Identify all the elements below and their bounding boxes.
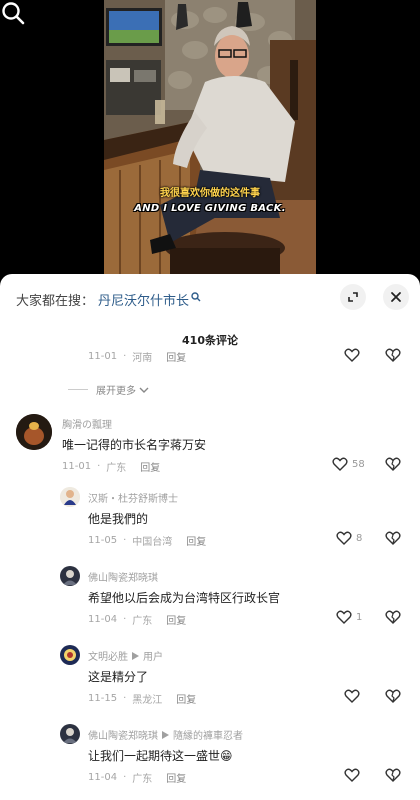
chevron-down-icon [139,387,149,393]
avatar[interactable] [60,724,80,744]
comment-location: 中国台湾 [132,537,173,548]
like-count: 8 [356,532,363,544]
comment-location: 广东 [106,463,127,474]
expand-button[interactable] [340,284,366,310]
broken-heart-icon [385,768,401,782]
dislike-button[interactable] [385,768,401,782]
comment-username[interactable]: 胸滑の瓢理 [62,416,112,431]
like-button[interactable]: 58 [332,457,365,471]
dislike-button[interactable] [385,348,401,362]
avatar[interactable] [60,566,80,586]
comment-count: 410条评论 [182,334,238,347]
avatar[interactable] [16,414,52,450]
heart-icon [336,531,352,545]
comment-date: 11-15 [88,693,118,704]
expand-more-replies[interactable]: 展开更多 [68,382,149,397]
comment-meta: 11-05 · 中国台湾 回复 [88,533,207,548]
like-button[interactable] [344,689,360,703]
avatar-image [60,645,80,665]
comment-location: 广东 [132,616,153,627]
reply-to-username[interactable]: 用户 [143,648,163,663]
dislike-button[interactable] [385,689,401,703]
subtitle-chinese: 我很喜欢你做的这件事 [160,188,260,199]
comment-meta: 11-04 · 广东 回复 [88,612,187,627]
like-button[interactable] [344,348,360,362]
comment-username[interactable]: 汉斯・杜芬舒斯博士 [88,490,178,505]
avatar-image [60,724,80,744]
comment-location: 黑龙江 [132,695,163,706]
comment-text: 希望他以后会成为台湾特区行政长官 [88,591,281,605]
heart-icon [344,348,360,362]
video-frame [0,0,420,282]
comment-date: 11-01 [88,351,118,362]
like-button[interactable]: 8 [336,531,362,545]
comment-username-text[interactable]: 文明必胜 [88,648,128,663]
comment-date: 11-04 [88,614,118,625]
reply-button[interactable]: 回复 [166,349,186,364]
comment-username[interactable]: 佛山陶瓷郑晓琪 [88,569,158,584]
comment-date: 11-04 [88,772,118,783]
suggested-search-prefix: 大家都在搜： [16,294,95,309]
broken-heart-icon [385,610,401,624]
comment-meta: 11-04 · 广东 回复 [88,770,187,785]
avatar-image [16,414,52,450]
like-count: 58 [352,458,365,470]
comment-username[interactable]: 文明必胜 用户 [88,648,163,663]
close-button[interactable] [383,284,409,310]
reply-button[interactable]: 回复 [140,459,160,474]
like-count: 1 [356,611,363,623]
subtitle-english: AND I LOVE GIVING BACK. [134,203,286,214]
expand-icon [348,292,358,302]
comment-text: 他是我們的 [88,512,149,526]
play-arrow-icon [162,730,169,739]
broken-heart-icon [385,457,401,471]
dislike-button[interactable] [385,457,401,471]
dislike-button[interactable] [385,531,401,545]
comment-panel: 大家都在搜： 丹尼沃尔什市长 410条评论 11-01 · 河南 回复 展开更多 [0,274,420,800]
like-button[interactable]: 1 [336,610,362,624]
divider-line [68,389,88,390]
search-icon [191,291,201,301]
comment-meta: 11-01 · 河南 回复 [88,349,187,364]
search-icon[interactable] [0,0,26,26]
comment-date: 11-01 [62,461,92,472]
avatar-image [60,487,80,507]
dislike-button[interactable] [385,610,401,624]
suggested-search-keyword[interactable]: 丹尼沃尔什市长 [98,290,189,309]
broken-heart-icon [385,348,401,362]
comment-location: 广东 [132,774,153,785]
suggested-search[interactable]: 大家都在搜： 丹尼沃尔什市长 [16,290,201,309]
reply-button[interactable]: 回复 [186,533,206,548]
heart-icon [332,457,348,471]
like-button[interactable] [344,768,360,782]
video-player[interactable]: 我很喜欢你做的这件事 AND I LOVE GIVING BACK. [0,0,420,282]
close-icon [391,292,401,302]
avatar[interactable] [60,645,80,665]
reply-to-username[interactable]: 隨縁的褲車忍者 [173,727,243,742]
expand-more-label: 展开更多 [96,386,136,397]
heart-icon [344,689,360,703]
comment-text: 唯一记得的市长名字蒋万安 [62,438,207,452]
comment-text: 这是精分了 [88,670,149,684]
avatar[interactable] [60,487,80,507]
reply-button[interactable]: 回复 [166,770,186,785]
reply-button[interactable]: 回复 [166,612,186,627]
comment-location: 河南 [132,353,153,364]
comment-meta: 11-15 · 黑龙江 回复 [88,691,197,706]
avatar-image [60,566,80,586]
comment-text: 让我们一起期待这一盛世😁 [88,749,233,763]
comment-username-text[interactable]: 佛山陶瓷郑晓琪 [88,727,158,742]
comment-username[interactable]: 佛山陶瓷郑晓琪 隨縁的褲車忍者 [88,727,243,742]
heart-icon [344,768,360,782]
broken-heart-icon [385,689,401,703]
play-arrow-icon [132,651,139,660]
heart-icon [336,610,352,624]
comment-meta: 11-01 · 广东 回复 [62,459,161,474]
reply-button[interactable]: 回复 [176,691,196,706]
comment-date: 11-05 [88,535,118,546]
broken-heart-icon [385,531,401,545]
